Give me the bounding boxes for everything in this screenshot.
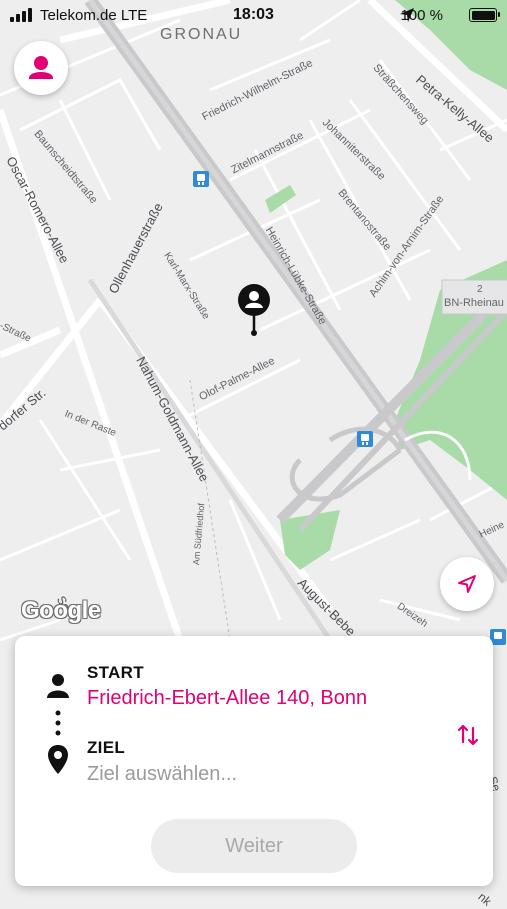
battery-icon xyxy=(469,8,500,22)
battery-percentage: 100 % xyxy=(400,7,443,24)
navigation-arrow-icon xyxy=(458,575,476,593)
status-bar: Telekom.de LTE 18:03 100 % xyxy=(0,0,507,30)
my-location-button[interactable] xyxy=(440,557,494,611)
road-sign-number: 2 xyxy=(477,284,483,295)
destination-field[interactable]: Ziel auswählen... xyxy=(87,763,237,786)
map-marker-icon xyxy=(48,745,68,774)
tram-stop-icon xyxy=(193,171,209,187)
swap-button[interactable] xyxy=(455,722,481,748)
google-logo: Google xyxy=(21,597,101,624)
swap-arrows-icon xyxy=(457,724,479,746)
start-address-field[interactable]: Friedrich-Ebert-Allee 140, Bonn xyxy=(87,687,367,710)
route-panel: START Friedrich-Ebert-Allee 140, Bonn ZI… xyxy=(15,636,493,886)
start-label: START xyxy=(87,663,144,682)
user-icon xyxy=(29,56,53,79)
ziel-label: ZIEL xyxy=(87,738,126,757)
user-icon xyxy=(47,674,69,698)
road-sign-text: BN-Rheinau xyxy=(444,297,504,309)
weiter-button[interactable]: Weiter xyxy=(151,819,357,873)
profile-button[interactable] xyxy=(14,41,68,95)
route-dots-icon xyxy=(55,710,61,736)
tram-stop-icon xyxy=(357,431,373,447)
